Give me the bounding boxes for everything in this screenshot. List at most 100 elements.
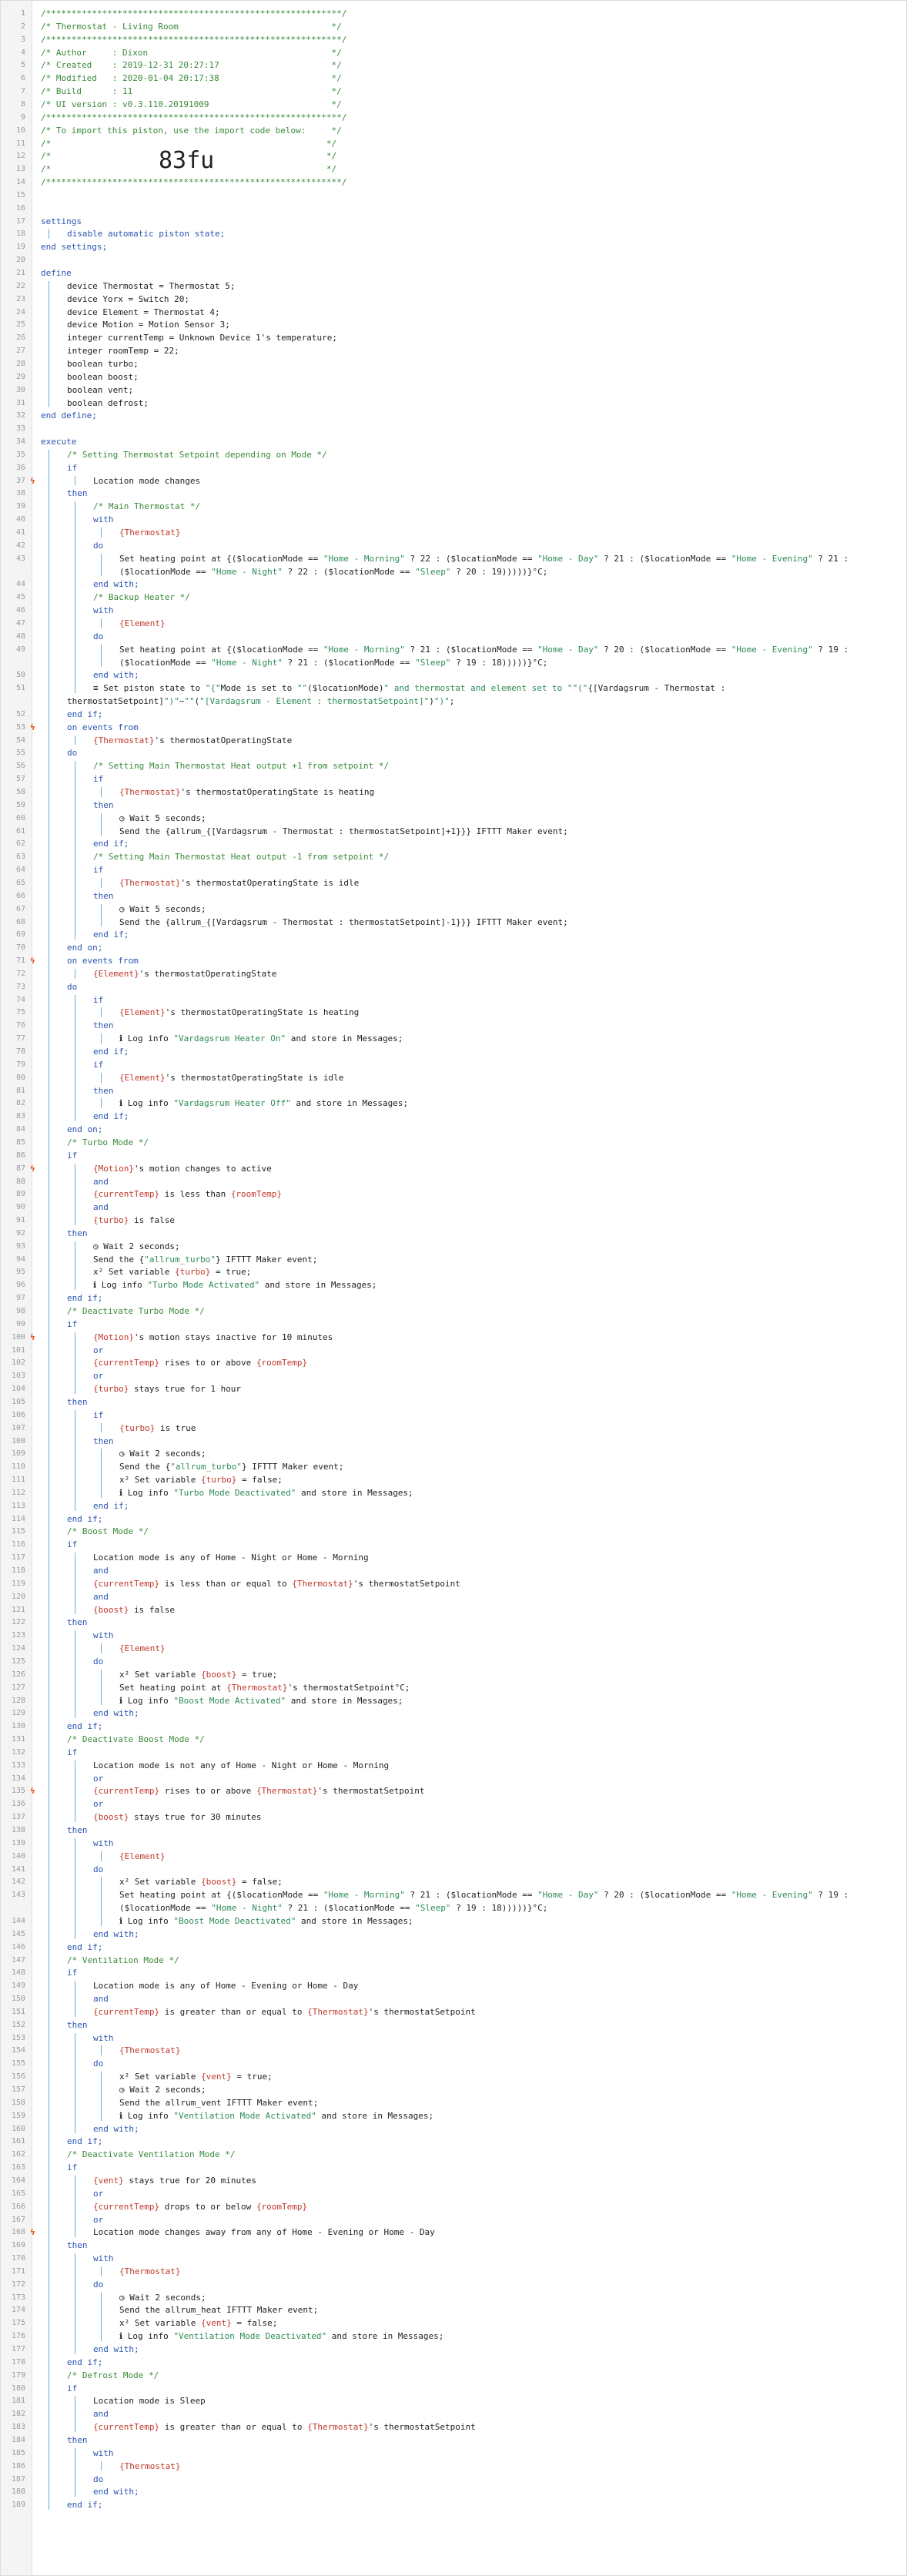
line-number: 70 xyxy=(15,943,25,953)
code-line: 167 or xyxy=(1,2213,907,2226)
line-number: 174 xyxy=(11,2306,25,2315)
code-line: 141 do xyxy=(1,1863,907,1876)
code-line: 53 ϟ on events from xyxy=(1,721,907,734)
code-text: {turbo} stays true for 1 hour xyxy=(93,1384,242,1395)
code-text: end if; xyxy=(67,2357,103,2367)
line-number: 61 xyxy=(15,826,25,836)
code-line: 185 with xyxy=(1,2447,907,2460)
code-text: Location mode is not any of Home - Night… xyxy=(93,1760,390,1770)
code-line: 170 with xyxy=(1,2252,907,2265)
line-number: 144 xyxy=(11,1916,25,1925)
code-line: 80 {Element}'s thermostatOperatingState i… xyxy=(1,1071,907,1084)
code-line: 130 end if; xyxy=(1,1720,907,1733)
code-line: 148 if xyxy=(1,1966,907,1979)
code-line: 37 ϟ Location mode changes xyxy=(1,474,907,487)
code-text: and xyxy=(93,1566,109,1576)
line-number: 106 xyxy=(11,1410,25,1419)
line-number: 169 xyxy=(11,2241,25,2250)
line-number: 126 xyxy=(11,1670,25,1679)
code-line: 33 xyxy=(1,422,907,435)
line-number: 96 xyxy=(15,1281,25,1290)
line-number: 82 xyxy=(15,1099,25,1108)
code-line: 145 end with; xyxy=(1,1928,907,1941)
code-line: 169 then xyxy=(1,2239,907,2252)
line-number: 118 xyxy=(11,1566,25,1575)
line-number: 36 xyxy=(15,463,25,472)
line-number: 15 xyxy=(15,190,25,199)
line-number: 124 xyxy=(11,1644,25,1653)
code-text: Location mode is any of Home - Evening o… xyxy=(93,1981,359,1991)
code-line: 39 /* Main Thermostat */ xyxy=(1,500,907,513)
code-line: 186 {Thermostat} xyxy=(1,2460,907,2473)
code-text: {Motion}'s motion stays inactive for 10 … xyxy=(93,1332,333,1342)
code-text: if xyxy=(67,1318,78,1329)
code-text: if xyxy=(67,1747,78,1757)
line-number: 108 xyxy=(11,1436,25,1445)
line-number: 53 xyxy=(15,722,25,732)
line-number: 188 xyxy=(11,2487,25,2497)
line-number: 56 xyxy=(15,762,25,771)
code-text: /***************************************… xyxy=(41,177,347,188)
code-text: /* Defrost Mode */ xyxy=(67,2370,159,2380)
code-line: 73 do xyxy=(1,980,907,993)
line-number: 139 xyxy=(11,1838,25,1847)
line-number: 93 xyxy=(15,1241,25,1251)
import-code: 83fu xyxy=(159,147,215,174)
code-text: ($locationMode == "Home - Night" ? 21 : … xyxy=(119,1903,548,1914)
block-guide xyxy=(101,1098,102,1109)
code-line: 57 if xyxy=(1,772,907,786)
line-number: 54 xyxy=(15,735,25,745)
code-text: and xyxy=(93,1176,109,1187)
code-line: ($locationMode == "Home - Night" ? 21 : … xyxy=(1,656,907,669)
line-number: 163 xyxy=(11,2163,25,2172)
line-number: 33 xyxy=(15,424,25,434)
code-line: 151 {currentTemp} is greater than or equa… xyxy=(1,2005,907,2018)
code-line: 71 ϟ on events from xyxy=(1,954,907,967)
line-number: 38 xyxy=(15,489,25,498)
block-guide xyxy=(101,2072,102,2121)
code-text: with xyxy=(93,2447,114,2458)
code-text: with xyxy=(93,2253,114,2264)
line-number: 183 xyxy=(11,2423,25,2432)
line-number: 65 xyxy=(15,878,25,887)
code-line: 59 then xyxy=(1,799,907,812)
code-text: /* UI version : v0.3.110.20191009 */ xyxy=(41,99,342,109)
code-text: {currentTemp} rises to or above {roomTem… xyxy=(93,1358,308,1368)
code-text: end if; xyxy=(93,1111,129,1122)
code-line: 58 {Thermostat}'s thermostatOperatingStat… xyxy=(1,786,907,799)
code-text: ◷ Wait 2 seconds; xyxy=(93,1241,180,1251)
code-line: 143 Set heating point at {($locationMode … xyxy=(1,1888,907,1901)
code-line: 139 with xyxy=(1,1837,907,1850)
code-line: 114 end if; xyxy=(1,1512,907,1526)
code-line: 102 {currentTemp} rises to or above {room… xyxy=(1,1356,907,1369)
line-number: 1 xyxy=(20,9,25,18)
line-number: 177 xyxy=(11,2345,25,2353)
line-number: 4 xyxy=(20,48,25,57)
code-text: do xyxy=(67,748,78,759)
code-line: 8 /* UI version : v0.3.110.20191009 */ xyxy=(1,98,907,111)
code-line: 61 Send the {allrum_{[Vardagsrum - Thermo… xyxy=(1,825,907,838)
trigger-icon: ϟ xyxy=(30,2227,35,2238)
code-text: Location mode changes away from any of H… xyxy=(93,2227,435,2238)
code-line: 126 x² Set variable {boost} = true; xyxy=(1,1668,907,1681)
code-line: 183 {currentTemp} is greater than or equa… xyxy=(1,2420,907,2434)
code-line: thermostatSetpoint]")"~""("[Vardagsrum -… xyxy=(1,695,907,708)
line-number: 45 xyxy=(15,593,25,602)
code-text: end if; xyxy=(93,930,129,940)
line-number: 41 xyxy=(15,528,25,537)
code-text: {Element}'s thermostatOperatingState is … xyxy=(119,1007,360,1018)
code-line: 12/* */ xyxy=(1,149,907,162)
code-text: end if; xyxy=(93,1500,129,1511)
code-text: {Thermostat} xyxy=(119,2045,181,2056)
trigger-icon: ϟ xyxy=(30,1786,35,1797)
code-text: then xyxy=(93,890,114,901)
code-line: 72 {Element}'s thermostatOperatingState xyxy=(1,967,907,980)
code-text: then xyxy=(67,2019,88,2030)
code-text: with xyxy=(93,1837,114,1848)
code-line: 66 then xyxy=(1,889,907,903)
line-number: 104 xyxy=(11,1385,25,1394)
code-line: 125 do xyxy=(1,1655,907,1668)
code-text: ◷ Wait 2 seconds; xyxy=(119,2292,206,2303)
code-text: then xyxy=(67,1396,88,1407)
code-line: 15 xyxy=(1,189,907,202)
